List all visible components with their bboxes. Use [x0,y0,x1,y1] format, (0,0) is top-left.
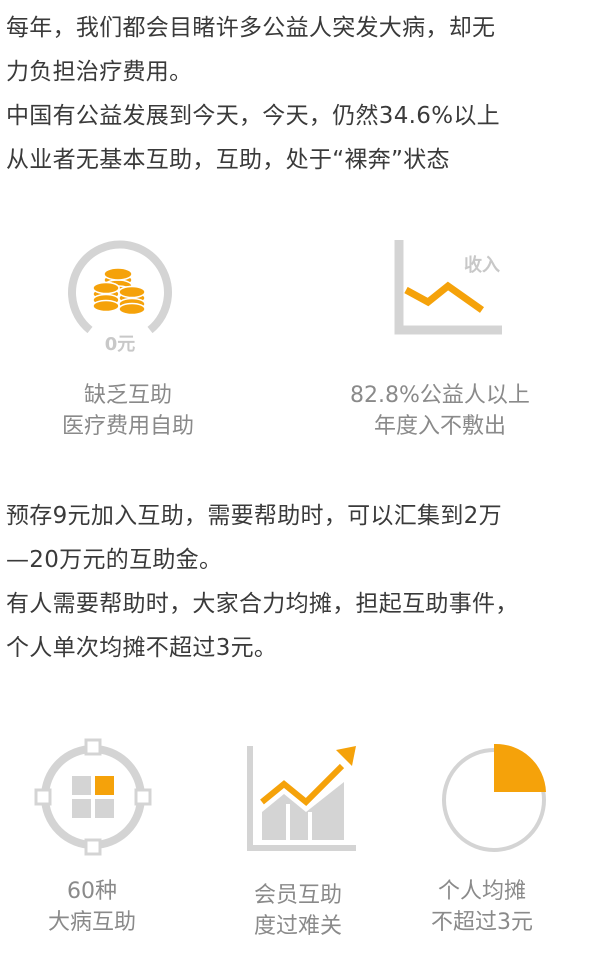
plan-paragraph: 预存9元加入互助，需要帮助时，可以汇集到2万 —20万元的互助金。 有人需要帮助… [6,494,598,670]
feature-caption-line: 不超过3元 [431,910,533,935]
feature-caption-line: 会员互助 [253,883,342,908]
feature-caption: 60种 大病互助 [22,876,162,938]
intro-line: 中国有公益发展到今天，今天，仍然34.6%以上 [6,103,500,129]
plan-line: 个人单次均摊不超过3元。 [6,635,278,661]
feature-caption-line: 度过难关 [253,914,342,939]
stat-caption: 缺乏互助 医疗费用自助 [30,380,226,442]
feature-caption-line: 60种 [67,879,117,904]
feature-caption: 会员互助 度过难关 [226,880,370,942]
gauge-value-label: 0元 [105,334,136,355]
stat-caption: 82.8%公益人以上 年度入不敷出 [330,380,550,442]
stat-caption-line: 医疗费用自助 [61,414,194,439]
intro-line: 从业者无基本互助，互助，处于“裸奔”状态 [6,147,450,173]
plan-line: 有人需要帮助时，大家合力均摊，担起互助事件， [6,591,519,617]
grid-target-icon [34,738,152,856]
stat-caption-line: 缺乏互助 [83,383,172,408]
intro-line: 力负担治疗费用。 [6,59,193,85]
coin-stack-icon: 0元 [62,232,178,362]
intro-line: 每年，我们都会目睹许多公益人突发大病，却无 [6,15,496,41]
declining-line-chart-icon: 收入 [388,238,508,342]
stat-caption-line: 年度入不敷出 [373,414,506,439]
feature-caption: 个人均摊 不超过3元 [412,876,552,938]
stat-caption-line: 82.8%公益人以上 [350,383,530,408]
plan-line: 预存9元加入互助，需要帮助时，可以汇集到2万 [6,503,502,529]
chart-axis-label: 收入 [464,254,500,276]
plan-line: —20万元的互助金。 [6,547,223,573]
rising-bar-chart-icon [244,742,360,854]
pie-chart-icon [436,740,552,856]
feature-caption-line: 大病互助 [47,910,136,935]
intro-paragraph: 每年，我们都会目睹许多公益人突发大病，却无 力负担治疗费用。 中国有公益发展到今… [6,6,598,182]
feature-caption-line: 个人均摊 [437,879,526,904]
